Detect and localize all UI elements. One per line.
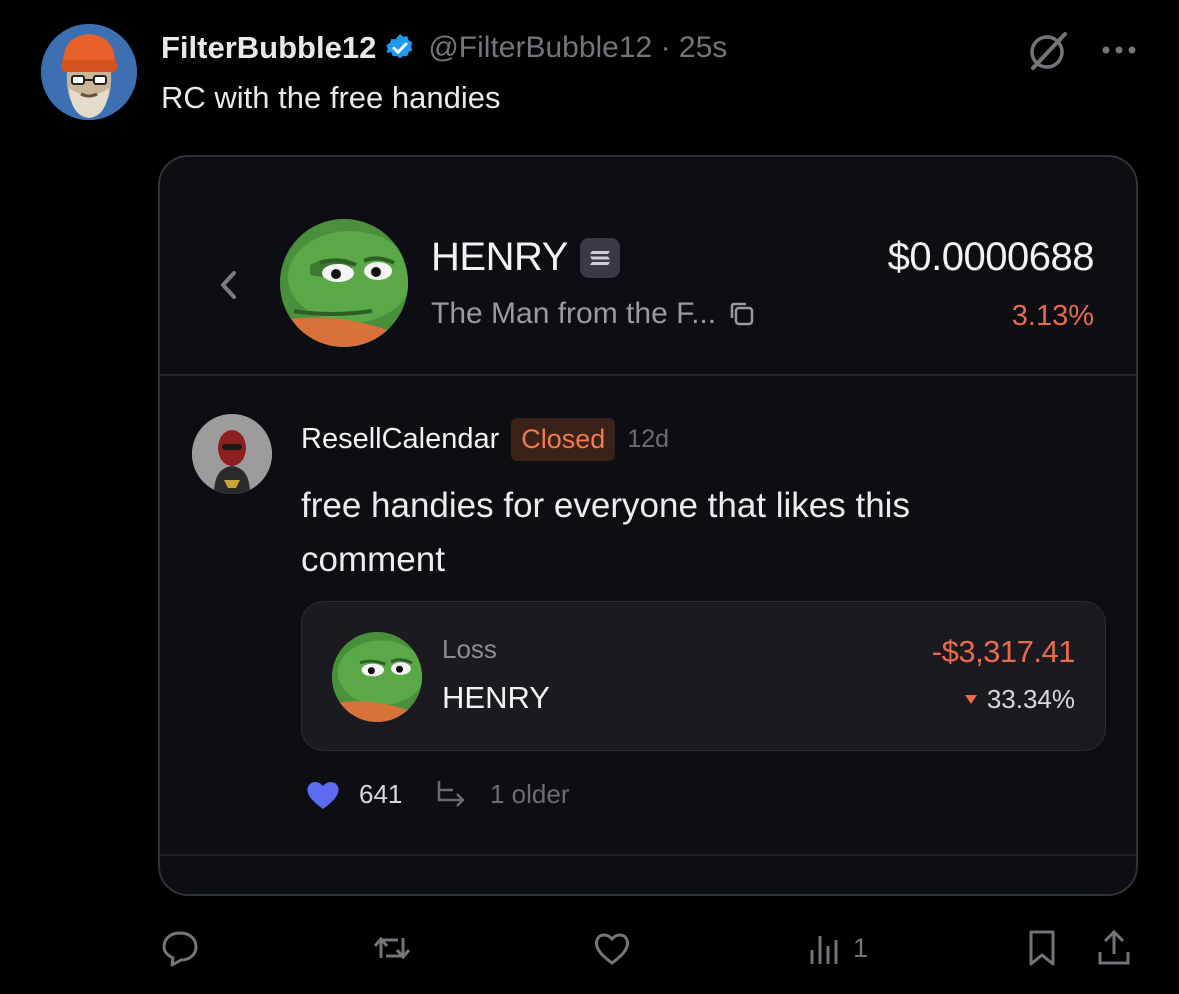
menu-icon[interactable] [579, 237, 620, 278]
views-button[interactable]: 1 [805, 926, 868, 970]
bookmark-button[interactable] [1022, 926, 1062, 970]
more-icon[interactable] [1096, 32, 1142, 68]
grok-icon[interactable] [1025, 28, 1071, 74]
back-icon[interactable] [214, 265, 244, 305]
trade-percent-text: 33.34% [986, 684, 1075, 714]
trade-percent: 33.34% [964, 684, 1075, 715]
views-icon [810, 936, 838, 964]
status-badge: Closed [511, 417, 616, 461]
trade-token-avatar [332, 632, 422, 722]
commenter-avatar[interactable] [192, 414, 272, 494]
token-description: The Man from the F... [431, 297, 756, 331]
tweet-text: RC with the free handies [161, 80, 501, 115]
retweet-icon [373, 936, 411, 960]
tweet-media[interactable]: HENRY The Man from the F... $0.0000688 3… [158, 155, 1138, 896]
divider [160, 374, 1136, 376]
token-avatar [280, 219, 408, 347]
share-icon [1098, 929, 1130, 965]
token-description-text: The Man from the F... [431, 297, 717, 330]
comment-text: free handies for everyone that likes thi… [301, 486, 910, 579]
handle-time: @FilterBubble12 · 25s [428, 31, 727, 65]
like-count: 641 [359, 779, 403, 809]
views-count: 1 [853, 932, 869, 963]
author-avatar[interactable] [41, 24, 137, 120]
author-handle[interactable]: @FilterBubble12 [428, 31, 652, 64]
author-name[interactable]: FilterBubble12 [161, 30, 376, 66]
bookmark-icon [1029, 930, 1055, 966]
reply-tree-icon[interactable] [435, 778, 473, 810]
token-name-text: HENRY [431, 235, 568, 279]
tweet-header: FilterBubble12 @FilterBubble12 · 25s [161, 26, 727, 70]
retweet-button[interactable] [372, 926, 412, 970]
trade-amount: -$3,317.41 [931, 634, 1076, 669]
token-change: 3.13% [1011, 300, 1094, 332]
separator: · [660, 31, 671, 64]
verified-badge-icon [386, 34, 413, 59]
reply-button[interactable] [160, 926, 200, 970]
heart-icon[interactable] [305, 779, 341, 811]
copy-icon[interactable] [728, 300, 756, 328]
trade-card[interactable]: Loss HENRY -$3,317.41 33.34% [301, 601, 1106, 751]
tweet-time[interactable]: 25s [679, 31, 727, 64]
trade-token: HENRY [442, 680, 550, 715]
like-icon [594, 933, 630, 965]
token-price: $0.0000688 [887, 235, 1095, 279]
token-name: HENRY [431, 235, 620, 280]
comment-header: ResellCalendar Closed 12d [301, 415, 669, 463]
comment-age: 12d [627, 424, 670, 453]
older-replies-link[interactable]: 1 older [490, 779, 570, 810]
divider [160, 854, 1136, 856]
share-button[interactable] [1094, 926, 1134, 970]
commenter-name[interactable]: ResellCalendar [301, 423, 499, 456]
down-arrow-icon [964, 695, 977, 704]
trade-label: Loss [442, 634, 497, 664]
reply-icon [162, 931, 198, 967]
like-button[interactable] [592, 926, 632, 970]
